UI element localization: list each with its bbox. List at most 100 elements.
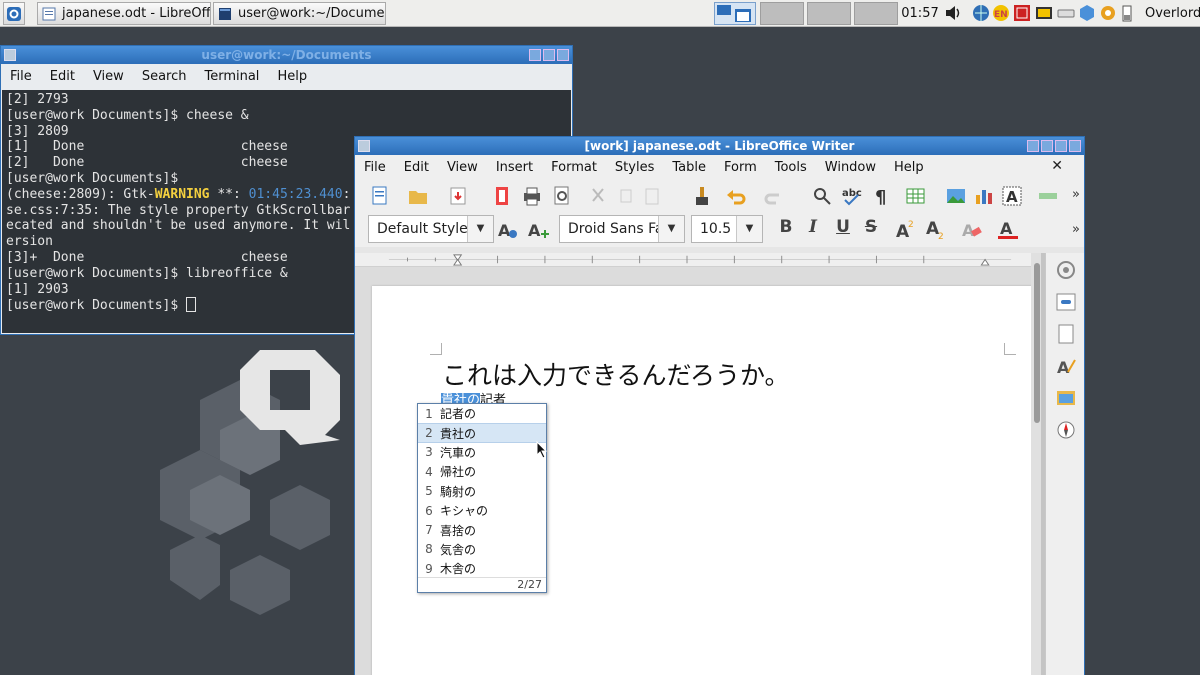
input-method-en-icon[interactable]: EN: [992, 4, 1010, 22]
toolbar-overflow-icon[interactable]: »: [1072, 187, 1080, 202]
network-globe-icon[interactable]: [972, 4, 990, 22]
menu-tools[interactable]: Tools: [766, 160, 816, 175]
menu-styles[interactable]: Styles: [606, 160, 663, 175]
candidate-item[interactable]: 1 記者の: [418, 404, 546, 423]
drive-icon[interactable]: [1057, 4, 1075, 22]
volume-icon[interactable]: [944, 4, 962, 22]
update-style-icon[interactable]: A: [497, 219, 519, 241]
ime-candidate-window[interactable]: 1 記者の 2 貴社の 3 汽車の 4 帰社の 5 騎射の 6 キシャの 7 喜捨の 8 気舎の…: [417, 403, 547, 593]
menu-terminal[interactable]: Terminal: [195, 69, 268, 84]
menu-table[interactable]: Table: [663, 160, 715, 175]
sidebar-settings-icon[interactable]: [1055, 259, 1077, 281]
menu-file[interactable]: File: [355, 160, 395, 175]
candidate-item[interactable]: 3 汽車の: [418, 443, 546, 462]
insert-field-icon[interactable]: [1037, 185, 1059, 207]
candidate-item[interactable]: 4 帰社の: [418, 462, 546, 481]
insert-image-icon[interactable]: [945, 185, 967, 207]
workspace-4[interactable]: [854, 2, 898, 25]
font-size-combo[interactable]: 10.5 ▼: [691, 215, 763, 243]
maximize-button[interactable]: [543, 49, 555, 61]
copy-icon[interactable]: [615, 185, 637, 207]
open-folder-icon[interactable]: [407, 185, 429, 207]
close-button[interactable]: [557, 49, 569, 61]
workspace-2[interactable]: [760, 2, 804, 25]
writer-titlebar[interactable]: [work] japanese.odt - LibreOffice Writer: [355, 137, 1084, 155]
new-document-icon[interactable]: [369, 185, 391, 207]
minimize-button[interactable]: [1041, 140, 1053, 152]
gallery-icon[interactable]: [1055, 387, 1077, 409]
menu-search[interactable]: Search: [133, 69, 196, 84]
candidate-item[interactable]: 9 木舎の: [418, 559, 546, 578]
paragraph-style-combo[interactable]: Default Style ▼: [368, 215, 494, 243]
strikethrough-icon[interactable]: S: [860, 217, 882, 237]
battery-icon[interactable]: [1121, 4, 1133, 22]
menu-file[interactable]: File: [1, 69, 41, 84]
menu-form[interactable]: Form: [715, 160, 766, 175]
font-color-icon[interactable]: A: [997, 218, 1019, 240]
page-icon[interactable]: [1055, 323, 1077, 345]
spelling-icon[interactable]: abc: [841, 185, 863, 207]
workspace-1[interactable]: [714, 2, 756, 25]
bold-icon[interactable]: B: [775, 217, 797, 237]
print-icon[interactable]: [521, 185, 543, 207]
menu-help[interactable]: Help: [268, 69, 316, 84]
cut-icon[interactable]: [587, 185, 609, 207]
paste-icon[interactable]: [641, 185, 663, 207]
menu-window[interactable]: Window: [816, 160, 885, 175]
save-icon[interactable]: [447, 185, 469, 207]
print-preview-icon[interactable]: [551, 185, 573, 207]
clock[interactable]: 01:57: [898, 0, 942, 27]
scrollbar-thumb[interactable]: [1034, 263, 1040, 423]
status-hexagon-icon[interactable]: [1078, 4, 1096, 22]
document-text-line[interactable]: これは入力できるんだろうか。: [442, 356, 790, 392]
clear-formatting-icon[interactable]: A: [961, 218, 983, 240]
maximize-button[interactable]: [1055, 140, 1067, 152]
find-replace-icon[interactable]: [811, 185, 833, 207]
workspace-3[interactable]: [807, 2, 851, 25]
new-style-icon[interactable]: A: [527, 219, 549, 241]
settings-gear-icon[interactable]: [1099, 4, 1117, 22]
chevron-down-icon[interactable]: ▼: [658, 216, 684, 242]
taskbar-item-writer[interactable]: japanese.odt - LibreOffic...: [37, 2, 211, 25]
insert-table-icon[interactable]: [905, 185, 927, 207]
menu-format[interactable]: Format: [542, 160, 606, 175]
close-button[interactable]: [1069, 140, 1081, 152]
export-pdf-icon[interactable]: [491, 185, 513, 207]
insert-textbox-icon[interactable]: A: [1001, 185, 1023, 207]
font-name-combo[interactable]: Droid Sans Fa ▼: [559, 215, 685, 243]
taskbar-item-terminal[interactable]: user@work:~/Documents: [213, 2, 386, 25]
menu-view[interactable]: View: [438, 160, 487, 175]
styles-icon[interactable]: A: [1055, 355, 1077, 377]
candidate-item-selected[interactable]: 2 貴社の: [418, 423, 546, 443]
candidate-item[interactable]: 7 喜捨の: [418, 520, 546, 539]
user-name[interactable]: Overlord: [1145, 0, 1200, 27]
minimize-button[interactable]: [529, 49, 541, 61]
close-document-icon[interactable]: ✕: [1042, 158, 1072, 174]
subscript-icon[interactable]: A2: [925, 218, 947, 240]
menu-help[interactable]: Help: [885, 160, 933, 175]
navigator-icon[interactable]: [1055, 419, 1077, 441]
undo-icon[interactable]: [725, 185, 747, 207]
insert-chart-icon[interactable]: [973, 185, 995, 207]
horizontal-ruler[interactable]: [355, 253, 1045, 267]
menu-edit[interactable]: Edit: [41, 69, 84, 84]
properties-icon[interactable]: [1055, 291, 1077, 313]
candidate-item[interactable]: 8 気舎の: [418, 540, 546, 559]
underline-icon[interactable]: U: [832, 217, 854, 237]
italic-icon[interactable]: I: [802, 217, 824, 237]
toolbar-overflow-icon[interactable]: »: [1072, 222, 1080, 237]
app-menu-button[interactable]: [3, 2, 25, 25]
terminal-titlebar[interactable]: user@work:~/Documents: [1, 46, 572, 64]
menu-view[interactable]: View: [84, 69, 133, 84]
formatting-marks-icon[interactable]: ¶: [871, 185, 893, 207]
shade-button[interactable]: [1027, 140, 1039, 152]
candidate-item[interactable]: 5 騎射の: [418, 482, 546, 501]
redo-icon[interactable]: [763, 185, 785, 207]
keyboard-layout-icon[interactable]: [1035, 4, 1053, 22]
menu-edit[interactable]: Edit: [395, 160, 438, 175]
clone-formatting-icon[interactable]: [691, 185, 713, 207]
chevron-down-icon[interactable]: ▼: [467, 216, 493, 242]
chevron-down-icon[interactable]: ▼: [736, 216, 762, 242]
input-method-cn-icon[interactable]: [1013, 4, 1031, 22]
menu-insert[interactable]: Insert: [487, 160, 542, 175]
